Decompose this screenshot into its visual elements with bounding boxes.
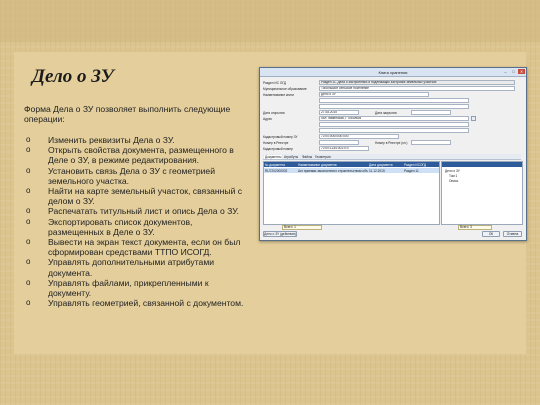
bullet-marker: o [26, 135, 31, 144]
text-field[interactable] [319, 98, 469, 103]
bullet-marker: o [26, 206, 31, 216]
list-item: o Экспортировать список документов, разме… [26, 216, 193, 237]
list-item: o Открыть свойства документа, размещенног… [26, 145, 234, 166]
book-name-field[interactable]: Дело о ЗУ [319, 92, 429, 97]
registry-book-field[interactable] [411, 140, 451, 145]
bullet-marker: o [26, 237, 31, 247]
window-titlebar: Книга хранения – □ ✕ [260, 68, 526, 77]
field-row [263, 122, 521, 127]
cadastral-number-field[interactable]: 72:00:1234:401:0:0 [319, 146, 369, 151]
actions-menu-button[interactable]: Дело о ЗУ (действия) [263, 231, 297, 237]
field-row: Муниципальное образование Тобольское сел… [263, 86, 521, 91]
list-item: o Управлять файлами, прикрепленными к док… [26, 277, 209, 299]
close-button[interactable]: ✕ [518, 69, 525, 74]
field-row: Адрес обл Тюменская, г Тобольск [263, 116, 521, 121]
municipality-field[interactable]: Тобольское сельское поселение [319, 86, 515, 91]
text-field[interactable] [319, 122, 469, 127]
bullet-marker: o [26, 216, 31, 226]
field-row: Номер в Реестре Номер в Реестре (кн.) [263, 140, 521, 145]
cadastral-field[interactable]: 72:00:0000000:000 [319, 134, 399, 139]
slide-intro: Форма Дела о ЗУ позволяет выполнить след… [24, 104, 231, 124]
ok-button[interactable]: ОК [482, 231, 500, 237]
tree-item[interactable]: Опись [449, 179, 458, 183]
bullet-marker: o [26, 277, 31, 287]
tab-files[interactable]: Файлы [301, 155, 313, 159]
tree-panel: Дело о ЗУ Том 1 Опись [441, 161, 523, 225]
field-row: Кадастровый номер ЗУ 72:00:0000000:000 [263, 134, 521, 139]
registry-number-field[interactable] [319, 140, 359, 145]
operations-list: o Изменить реквизиты Дела о ЗУ. o Открыть … [24, 135, 246, 308]
field-row: Дата открытия 27.08.2015 Дата закрытия [263, 110, 521, 115]
list-item: o Изменить реквизиты Дела о ЗУ. [26, 135, 175, 145]
documents-table: № документа Наименование документа Дата … [263, 161, 440, 225]
slide-title: Дело о ЗУ [32, 66, 114, 87]
field-row [263, 98, 521, 103]
field-row [263, 128, 521, 133]
list-item: o Установить связь Дела о ЗУ с геометрией… [26, 165, 216, 186]
tree-item[interactable]: Том 1 [449, 174, 457, 178]
field-row [263, 104, 521, 109]
bullet-marker: o [26, 165, 31, 175]
address-field[interactable]: обл Тюменская, г Тобольск [319, 116, 469, 121]
table-header: № документа Наименование документа Дата … [264, 162, 439, 167]
maximize-button[interactable]: □ [510, 69, 517, 74]
address-lookup-button[interactable] [471, 116, 476, 121]
tree-header [442, 162, 522, 167]
list-item: o Распечатать титульный лист и опись Дела… [26, 206, 239, 217]
section-field[interactable]: Раздел 11. Дела о застроенных и подлежащ… [319, 80, 515, 85]
tab-geometry[interactable]: Геометрия [314, 155, 332, 159]
open-date-field[interactable]: 27.08.2015 [319, 110, 359, 115]
field-row: Кадастровый номер 72:00:1234:401:0:0 [263, 146, 521, 151]
bullet-marker: o [26, 257, 31, 267]
tab-documents[interactable]: Документы [264, 154, 283, 159]
book-window: Книга хранения – □ ✕ Раздел ИС ОГД Разде… [259, 67, 527, 241]
list-item: o Вывести на экран текст документа, если … [26, 237, 241, 258]
background-band [0, 0, 540, 42]
tab-attributes[interactable]: Атрибуты [283, 155, 299, 159]
cancel-button[interactable]: Отмена [503, 231, 522, 237]
window-title: Книга хранения [378, 69, 408, 75]
tree-count: Всего: 3 [458, 225, 492, 230]
text-field[interactable] [319, 104, 469, 109]
minimize-button[interactable]: – [502, 69, 509, 74]
field-row: Раздел ИС ОГД Раздел 11. Дела о застроен… [263, 80, 521, 85]
text-field[interactable] [319, 128, 469, 133]
list-item: o Управлять геометрией, связанной с докум… [26, 298, 244, 309]
list-item: o Управлять дополнительными атрибутами до… [26, 257, 215, 278]
tab-strip: Документы Атрибуты Файлы Геометрия [263, 154, 521, 160]
bullet-marker: o [26, 145, 31, 155]
documents-count: Всего: 1 [282, 225, 322, 230]
close-date-field[interactable] [411, 110, 451, 115]
bullet-marker: o [26, 298, 31, 308]
bullet-marker: o [26, 186, 31, 196]
list-item: o Найти на карте земельный участок, связа… [26, 186, 243, 207]
tree-item[interactable]: Дело о ЗУ [445, 169, 460, 173]
table-row[interactable]: RU7202000002 Акт приемки законченного ст… [264, 168, 439, 173]
field-row: Наименование книги Дело о ЗУ [263, 92, 521, 97]
